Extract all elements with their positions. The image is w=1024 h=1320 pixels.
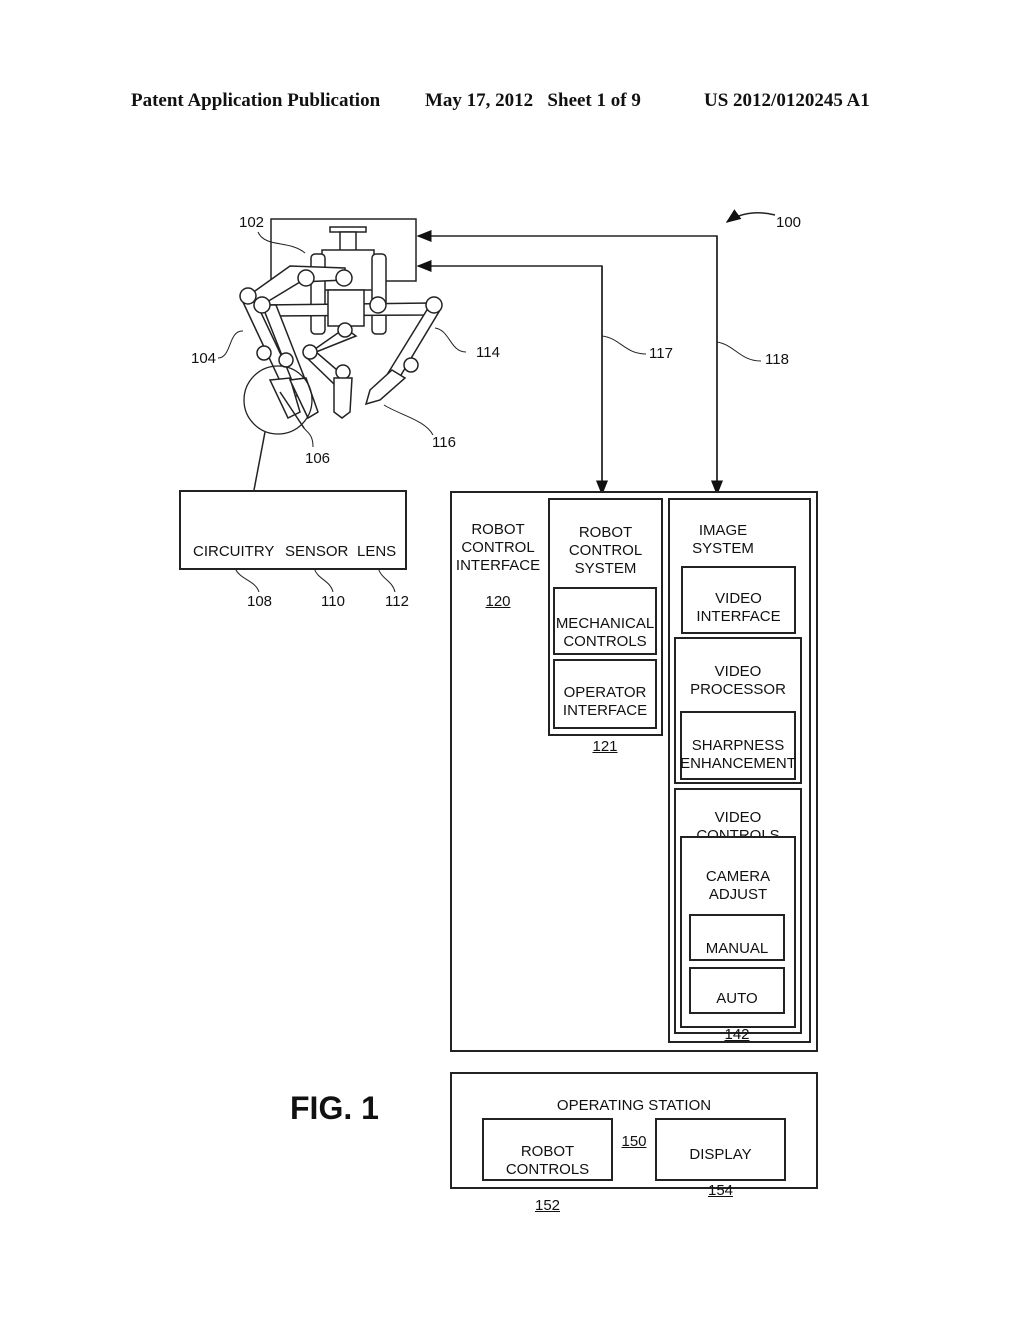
ref-arm-right: 114 bbox=[476, 344, 500, 361]
auto-num: 142 bbox=[724, 1026, 750, 1043]
rci-num: 120 bbox=[485, 593, 511, 610]
ref-lens: 112 bbox=[385, 593, 409, 610]
circuitry-label: CIRCUITRY bbox=[193, 543, 275, 560]
se-name: SHARPNESS ENHANCEMENT bbox=[680, 737, 796, 772]
is-name: IMAGE SYSTEM bbox=[692, 522, 754, 557]
ref-tool: 116 bbox=[432, 434, 456, 451]
ca-name: CAMERA ADJUST bbox=[705, 868, 771, 903]
ref-link-117: 117 bbox=[649, 345, 673, 362]
rcs-name: ROBOT CONTROL SYSTEM bbox=[568, 524, 643, 577]
manual-name: MANUAL bbox=[705, 940, 769, 957]
vp-name: VIDEO PROCESSOR bbox=[690, 663, 786, 698]
operator-interface-label: OPERATOR INTERFACE 121 bbox=[553, 666, 657, 774]
ref-arm-left: 104 bbox=[191, 350, 217, 367]
rc-name: ROBOT CONTROLS bbox=[505, 1143, 590, 1178]
display-label: DISPLAY 154 bbox=[655, 1128, 786, 1218]
figure-label: FIG. 1 bbox=[290, 1090, 379, 1126]
rci-name: ROBOT CONTROL INTERFACE bbox=[455, 521, 541, 574]
auto-label: AUTO 142 bbox=[689, 972, 785, 1062]
ref-circuitry: 108 bbox=[247, 593, 273, 610]
ref-robot: 102 bbox=[239, 214, 265, 231]
robot-control-interface-label: ROBOT CONTROL INTERFACE 120 bbox=[455, 503, 541, 629]
lens-label: LENS bbox=[357, 543, 397, 560]
ref-sensor: 110 bbox=[321, 593, 345, 610]
ref-link-118: 118 bbox=[765, 351, 789, 368]
rc-num: 152 bbox=[534, 1197, 561, 1214]
os-name: OPERATING STATION bbox=[556, 1097, 712, 1114]
oi-num: 121 bbox=[592, 738, 618, 755]
vi-name: VIDEO INTERFACE bbox=[696, 590, 781, 625]
sensor-label: SENSOR bbox=[285, 543, 349, 560]
ref-camera: 106 bbox=[305, 450, 331, 467]
display-num: 154 bbox=[707, 1182, 734, 1199]
auto-name: AUTO bbox=[716, 990, 758, 1007]
oi-name: OPERATOR INTERFACE bbox=[562, 684, 648, 719]
robot-controls-label: ROBOT CONTROLS 152 bbox=[482, 1125, 613, 1233]
display-name: DISPLAY bbox=[689, 1146, 752, 1163]
ref-system: 100 bbox=[776, 214, 802, 231]
mc-name: MECHANICAL CONTROLS bbox=[555, 615, 655, 650]
